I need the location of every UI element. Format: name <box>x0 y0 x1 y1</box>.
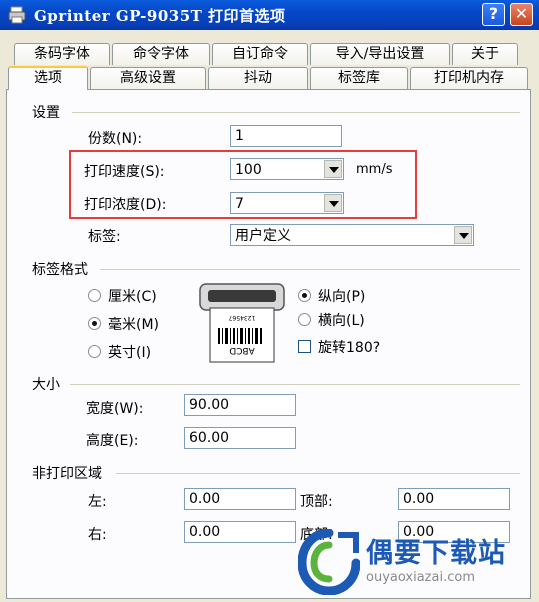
tab-label-library[interactable]: 标签库 <box>310 67 408 89</box>
tab-advanced-settings[interactable]: 高级设置 <box>90 67 206 89</box>
site-watermark: 偶要下载站 ouyaoxiazai.com <box>296 527 536 599</box>
watermark-logo-icon <box>298 529 360 595</box>
settings-section-title: 设置 <box>32 102 66 122</box>
label-printer-illustration: 1234567 ABCD <box>199 283 285 363</box>
tab-custom-commands[interactable]: 自订命令 <box>212 43 308 65</box>
orientation-portrait-radio[interactable] <box>298 289 311 302</box>
unit-cm-radio[interactable] <box>88 289 101 302</box>
rotate180-label[interactable]: 旋转180? <box>318 337 380 357</box>
rotate180-checkbox[interactable] <box>298 340 311 353</box>
label-stock-value: 用户定义 <box>235 228 291 244</box>
watermark-subtitle: ouyaoxiazai.com <box>366 570 475 585</box>
right-margin-input[interactable]: 0.00 <box>184 521 296 543</box>
left-margin-label: 左: <box>88 494 107 510</box>
tab-about[interactable]: 关于 <box>452 43 518 65</box>
copies-label: 份数(N): <box>88 131 143 147</box>
orientation-portrait-label[interactable]: 纵向(P) <box>318 286 365 306</box>
tab-command-fonts[interactable]: 命令字体 <box>112 43 210 65</box>
watermark-title: 偶要下载站 <box>366 538 506 569</box>
left-margin-input[interactable]: 0.00 <box>184 488 296 510</box>
orientation-landscape-radio[interactable] <box>298 313 311 326</box>
height-input[interactable]: 60.00 <box>184 427 296 449</box>
top-margin-label: 顶部: <box>300 494 333 510</box>
right-margin-label: 右: <box>88 527 107 543</box>
label-stock-label: 标签: <box>88 229 121 245</box>
highlight-annotation <box>69 150 417 219</box>
chevron-down-icon[interactable] <box>454 226 472 244</box>
unit-cm-label[interactable]: 厘米(C) <box>108 286 157 306</box>
label-stock-select[interactable]: 用户定义 <box>230 224 474 246</box>
tab-dithering[interactable]: 抖动 <box>208 67 308 89</box>
tab-options[interactable]: 选项 <box>8 66 88 90</box>
title-bar: Gprinter GP-9035T 打印首选项 ? ✕ <box>0 0 539 30</box>
label-format-section-title: 标签格式 <box>32 259 94 279</box>
tab-barcode-fonts[interactable]: 条码字体 <box>14 43 110 65</box>
orientation-landscape-label[interactable]: 横向(L) <box>318 310 365 330</box>
close-button[interactable]: ✕ <box>510 3 533 26</box>
height-label: 高度(E): <box>86 433 139 449</box>
help-button[interactable]: ? <box>482 3 505 26</box>
window-title: Gprinter GP-9035T 打印首选项 <box>34 7 286 25</box>
unit-inch-label[interactable]: 英寸(I) <box>108 342 151 362</box>
printer-app-icon <box>8 6 26 24</box>
size-section-title: 大小 <box>32 374 66 394</box>
copies-input[interactable]: 1 <box>230 125 342 147</box>
unit-mm-radio[interactable] <box>88 317 101 330</box>
tab-import-export[interactable]: 导入/导出设置 <box>310 43 450 65</box>
settings-divider <box>72 112 520 113</box>
width-input[interactable]: 90.00 <box>184 394 296 416</box>
sample-label-text: ABCD <box>229 345 254 355</box>
unit-inch-radio[interactable] <box>88 345 101 358</box>
width-label: 宽度(W): <box>86 401 144 417</box>
size-divider <box>70 384 520 385</box>
unprintable-divider <box>116 473 520 474</box>
label-format-divider <box>100 269 520 270</box>
unit-mm-label[interactable]: 毫米(M) <box>108 314 159 334</box>
unprintable-section-title: 非打印区域 <box>32 463 108 483</box>
sample-barcode-digits: 1234567 <box>228 314 255 321</box>
top-margin-input[interactable]: 0.00 <box>398 488 510 510</box>
tab-printer-memory[interactable]: 打印机内存 <box>410 67 528 89</box>
